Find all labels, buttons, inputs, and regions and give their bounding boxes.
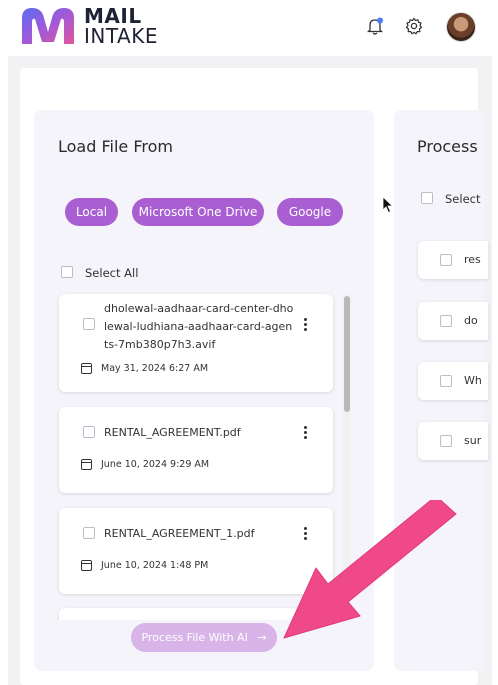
process-row-label: Wh — [464, 374, 482, 387]
source-chip-local[interactable]: Local — [65, 198, 118, 226]
gear-icon[interactable] — [404, 16, 424, 36]
logo-line2: INTAKE — [84, 24, 158, 48]
process-row[interactable]: res — [418, 241, 488, 279]
file-card[interactable]: dholewal-aadhaar-card-center-dholewal-lu… — [59, 294, 333, 392]
source-chip-onedrive[interactable]: Microsoft One Drive — [132, 198, 264, 226]
process-select-all-checkbox[interactable] — [421, 192, 433, 204]
process-row-label: sur — [464, 434, 482, 447]
file-name: RENTAL_AGREEMENT.pdf — [104, 426, 241, 439]
process-row-checkbox[interactable] — [440, 315, 452, 327]
process-select-all-label: Select — [445, 192, 481, 206]
file-checkbox[interactable] — [83, 318, 95, 330]
logo-mark-icon — [22, 8, 74, 44]
bell-icon[interactable] — [365, 16, 385, 36]
file-name: dholewal-aadhaar-card-center-dholewal-lu… — [104, 302, 294, 351]
logo-text: MAIL INTAKE — [84, 6, 158, 46]
process-row-checkbox[interactable] — [440, 254, 452, 266]
process-title: Process — [417, 137, 478, 156]
file-date: June 10, 2024 9:29 AM — [101, 459, 210, 470]
select-all-checkbox[interactable] — [61, 266, 73, 278]
avatar[interactable] — [446, 12, 476, 42]
process-row-label: do — [464, 314, 478, 327]
file-checkbox[interactable] — [83, 527, 95, 539]
annotation-arrow-icon — [283, 500, 457, 639]
file-card[interactable]: RENTAL_AGREEMENT.pdf June 10, 2024 9:29 … — [59, 407, 333, 493]
source-chip-google[interactable]: Google — [277, 198, 343, 226]
calendar-icon — [81, 363, 92, 374]
more-options-icon[interactable] — [303, 318, 309, 334]
calendar-icon — [81, 560, 92, 571]
process-file-button[interactable]: Process File With AI → — [131, 623, 277, 652]
process-file-label: Process File With AI — [141, 631, 248, 644]
mail-intake-logo[interactable]: MAIL INTAKE — [18, 4, 158, 48]
process-row-checkbox[interactable] — [440, 375, 452, 387]
file-date: June 10, 2024 1:48 PM — [101, 560, 209, 571]
select-all-label: Select All — [85, 266, 139, 280]
more-options-icon[interactable] — [303, 426, 309, 442]
process-row[interactable]: sur — [418, 422, 488, 460]
file-name: RENTAL_AGREEMENT_1.pdf — [104, 527, 255, 540]
process-row-label: res — [464, 253, 481, 266]
arrow-right-icon: → — [257, 631, 267, 644]
file-date: May 31, 2024 6:27 AM — [101, 363, 209, 374]
calendar-icon — [81, 459, 92, 470]
file-list-scrollbar-thumb[interactable] — [344, 296, 350, 412]
file-checkbox[interactable] — [83, 426, 95, 438]
mouse-cursor-icon — [382, 196, 394, 214]
app-header: MAIL INTAKE — [0, 0, 498, 56]
process-row-checkbox[interactable] — [440, 435, 452, 447]
process-row[interactable]: do — [418, 302, 488, 340]
process-row[interactable]: Wh — [418, 362, 488, 400]
logo-line1: MAIL — [84, 4, 142, 28]
load-file-title: Load File From — [58, 137, 173, 156]
